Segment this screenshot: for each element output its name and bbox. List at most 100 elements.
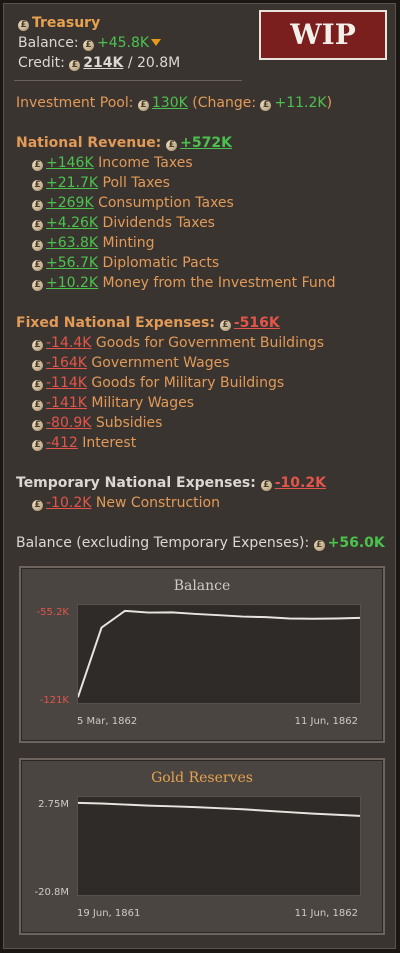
down-triangle-icon xyxy=(151,39,162,46)
credit-total: / 20.8M xyxy=(127,55,181,71)
line-plot xyxy=(78,801,360,817)
investment-value[interactable]: 130K xyxy=(152,95,188,111)
fixed-expenses-label: Fixed National Expenses: xyxy=(16,315,215,331)
chart-title: Gold Reserves xyxy=(151,770,253,786)
revenue-item-label: Money from the Investment Fund xyxy=(102,275,336,291)
expense-item-label: Goods for Military Buildings xyxy=(91,375,285,391)
temporary-expenses-total[interactable]: -10.2K xyxy=(275,475,326,491)
revenue-item-value[interactable]: +63.8K xyxy=(46,235,98,251)
plot-area xyxy=(77,604,361,704)
data-point xyxy=(218,807,220,809)
credit-used[interactable]: 214K xyxy=(83,55,123,71)
pound-coin-icon: £ xyxy=(137,100,149,111)
revenue-item-label: Minting xyxy=(102,235,155,251)
data-point xyxy=(124,803,126,806)
balance-label: Balance: xyxy=(18,35,79,51)
revenue-item-value[interactable]: +56.7K xyxy=(46,255,98,271)
expense-item: £ -114K Goods for Military Buildings xyxy=(32,374,284,392)
data-point xyxy=(288,617,291,620)
fixed-expenses-header: Fixed National Expenses: £ -516K xyxy=(16,314,280,332)
series-line xyxy=(78,801,360,817)
expense-item-value[interactable]: -412 xyxy=(46,435,78,451)
revenue-total[interactable]: +572K xyxy=(180,135,232,151)
pound-coin-icon: £ xyxy=(69,60,81,71)
chart-title: Balance xyxy=(173,578,231,594)
expense-item: £ -14.4K Goods for Government Buildings xyxy=(32,334,324,352)
expense-item: £ -141K Military Wages xyxy=(32,394,194,412)
data-point xyxy=(312,618,314,620)
data-point xyxy=(288,811,291,813)
revenue-item-label: Poll Taxes xyxy=(102,175,170,191)
pound-coin-icon: £ xyxy=(32,200,43,211)
expense-item-label: Government Wages xyxy=(91,355,230,371)
data-point xyxy=(147,805,150,807)
pound-coin-icon: £ xyxy=(32,160,43,171)
x-tick-label: 19 Jun, 1861 xyxy=(77,908,141,919)
investment-change-open: (Change: xyxy=(192,95,257,111)
temporary-expenses-label: Temporary National Expenses: xyxy=(16,475,256,491)
expense-item-value[interactable]: -14.4K xyxy=(46,335,91,351)
x-tick-label: 11 Jun, 1862 xyxy=(294,716,358,727)
x-tick-label: 5 Mar, 1862 xyxy=(77,716,138,727)
divider xyxy=(14,80,242,81)
investment-label: Investment Pool: xyxy=(16,95,134,111)
revenue-item: £ +21.7K Poll Taxes xyxy=(32,174,170,192)
balance-excl-row: Balance (excluding Temporary Expenses): … xyxy=(16,534,385,552)
expense-item-value[interactable]: -141K xyxy=(46,395,87,411)
treasury-title: Treasury xyxy=(32,15,101,31)
pound-coin-icon: £ xyxy=(313,540,325,551)
pound-coin-icon: £ xyxy=(32,500,43,511)
expense-item-label: Military Wages xyxy=(91,395,195,411)
credit-row: Credit: £214K / 20.8M xyxy=(18,54,180,72)
revenue-item-label: Dividends Taxes xyxy=(102,215,215,231)
fixed-expenses-total[interactable]: -516K xyxy=(234,315,280,331)
gold-reserves-chart[interactable]: Gold Reserves 2.75M -20.8M 19 Jun, 1861 … xyxy=(19,758,385,935)
expense-item-value[interactable]: -164K xyxy=(46,355,87,371)
data-point xyxy=(100,802,103,805)
revenue-item-value[interactable]: +146K xyxy=(46,155,94,171)
y-tick-label: -55.2K xyxy=(36,607,69,618)
investment-row: Investment Pool: £130K (Change: £ +11.2K) xyxy=(16,94,332,112)
revenue-item: £ +4.26K Dividends Taxes xyxy=(32,214,215,232)
pound-coin-icon: £ xyxy=(32,220,43,231)
data-point xyxy=(100,627,103,629)
balance-excl-label: Balance (excluding Temporary Expenses): xyxy=(16,535,310,551)
data-point xyxy=(265,810,267,812)
temporary-expense-value[interactable]: -10.2K xyxy=(46,495,91,511)
revenue-item-value[interactable]: +21.7K xyxy=(46,175,98,191)
balance-excl-value: +56.0K xyxy=(327,535,385,551)
revenue-item: £ +146K Income Taxes xyxy=(32,154,193,172)
expense-item: £ -164K Government Wages xyxy=(32,354,230,372)
pound-coin-icon: £ xyxy=(32,340,43,351)
pound-coin-icon: £ xyxy=(32,260,43,271)
credit-label: Credit: xyxy=(18,55,65,71)
balance-chart[interactable]: Balance -55.2K -121K 5 Mar, 1862 11 Jun,… xyxy=(19,566,385,743)
temporary-expense-item: £ -10.2K New Construction xyxy=(32,494,220,512)
pound-coin-icon: £ xyxy=(260,100,272,111)
expense-item-label: Interest xyxy=(82,435,137,451)
pound-coin-icon: £ xyxy=(32,400,43,411)
expense-item-value[interactable]: -80.9K xyxy=(46,415,91,431)
expense-item-value[interactable]: -114K xyxy=(46,375,87,391)
data-point xyxy=(335,814,338,816)
revenue-item-label: Diplomatic Pacts xyxy=(102,255,220,271)
investment-change-value: +11.2K xyxy=(274,95,327,111)
balance-value: +45.8K xyxy=(97,35,150,51)
pound-coin-icon: £ xyxy=(32,180,43,191)
data-point xyxy=(194,806,197,808)
revenue-item-value[interactable]: +10.2K xyxy=(46,275,98,291)
temporary-expenses-header: Temporary National Expenses: £ -10.2K xyxy=(16,474,326,492)
pound-coin-icon: £ xyxy=(260,480,272,491)
data-point xyxy=(218,614,220,616)
revenue-item: £ +269K Consumption Taxes xyxy=(32,194,234,212)
expense-item: £ -412 Interest xyxy=(32,434,136,452)
pound-coin-icon: £ xyxy=(32,360,43,371)
pound-coin-icon: £ xyxy=(32,440,43,451)
revenue-item-label: Income Taxes xyxy=(98,155,193,171)
revenue-item-value[interactable]: +4.26K xyxy=(46,215,98,231)
data-point xyxy=(147,611,150,614)
x-tick-label: 11 Jun, 1862 xyxy=(294,908,358,919)
plot-area xyxy=(77,796,361,896)
data-point xyxy=(124,610,126,612)
revenue-item-value[interactable]: +269K xyxy=(46,195,94,211)
